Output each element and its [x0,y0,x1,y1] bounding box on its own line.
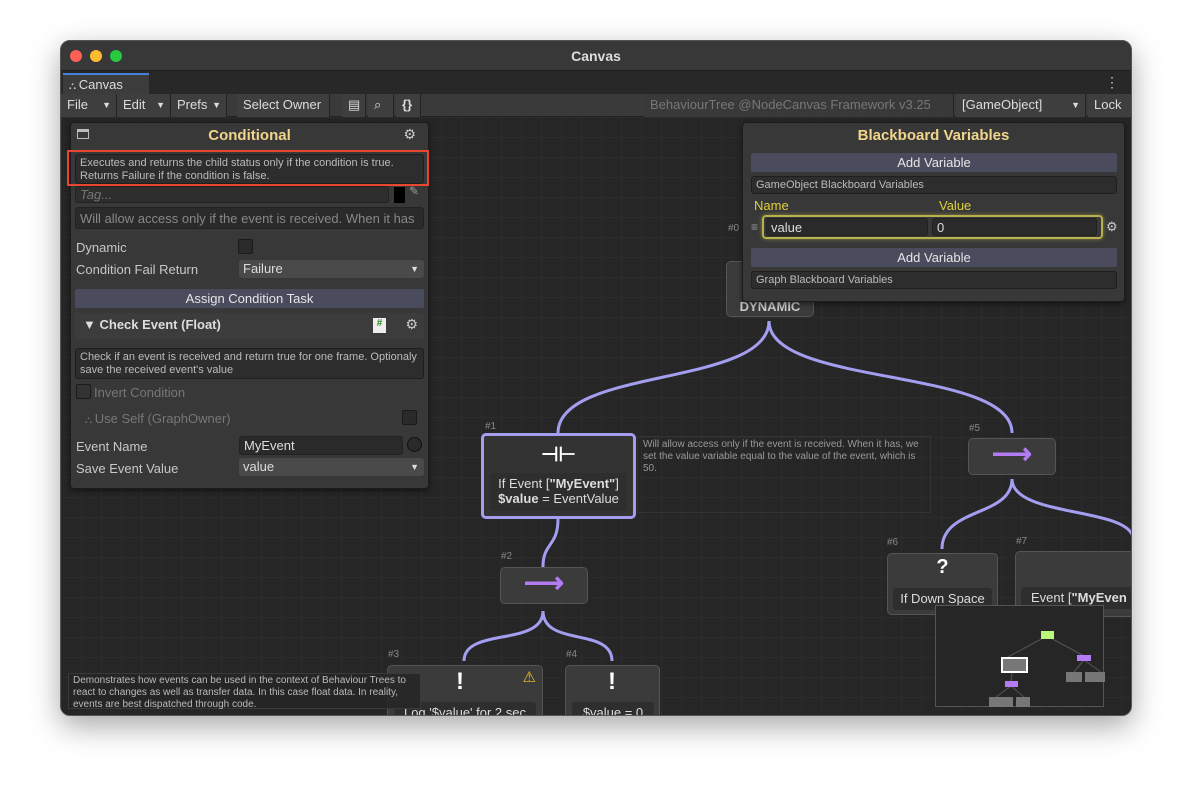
node-text: If Event ["MyEvent"] $value = EventValue [490,473,627,511]
connection-2-3 [462,610,545,662]
file-menu[interactable]: File ▼ [61,94,117,117]
blackboard-link-toggle[interactable] [407,437,422,452]
document-icon[interactable]: ▤ [342,94,366,117]
hierarchy-icon: ⛬ [69,81,79,92]
blackboard-title: Blackboard Variables [857,127,1010,144]
dynamic-label: Dynamic [76,240,127,255]
action-icon: ! [456,668,464,695]
connection-5-6 [940,478,1014,550]
event-name-label: Event Name [76,439,148,454]
node-text: $value = 0 [572,702,654,715]
graph-canvas[interactable]: #0 DYNAMIC #1 ⊣⊢ If Event ["MyEvent"] $v… [61,117,1131,715]
connection-2-4 [541,610,614,662]
assign-condition-task-button[interactable]: Assign Condition Task [75,289,424,308]
invert-condition-label: Invert Condition [94,385,186,400]
gameobject-variables-header: GameObject Blackboard Variables [751,176,1117,194]
node-sequencer[interactable]: ⟶ [968,438,1056,475]
node-id-label: #4 [566,649,578,660]
task-header[interactable]: ▼ Check Event (Float) # ⚙ [75,313,424,339]
task-title: ▼ Check Event (Float) [83,317,221,332]
json-braces-icon[interactable]: {} [396,94,421,117]
eyedropper-icon[interactable]: ✎ [409,184,419,198]
invert-condition-checkbox[interactable] [76,384,91,399]
more-options-icon[interactable]: ⋮ [1105,74,1119,91]
node-sequencer[interactable]: ⟶ [500,567,588,604]
name-column-header: Name [754,198,789,213]
canvas-window: Canvas ⛬ Canvas ⋮ File ▼ Edit ▼ Prefs ▼ Sel… [60,40,1132,716]
window-title: Canvas [571,48,621,64]
graph-description: Demonstrates how events can be used in t… [68,673,421,710]
minimap[interactable] [935,605,1121,707]
hierarchy-icon: ⛬ [85,415,95,426]
drag-handle-icon[interactable]: ≡ [751,220,758,234]
use-self-checkbox[interactable] [402,410,417,425]
tab-canvas[interactable]: ⛬ Canvas [63,73,149,94]
connection-1-2 [541,518,560,568]
sequencer-arrow-icon: ⟶ [991,438,1033,469]
owner-dropdown-value: [GameObject] [962,97,1043,112]
edit-menu[interactable]: Edit ▼ [117,94,171,117]
node-conditional[interactable]: ⊣⊢ If Event ["MyEvent"] $value = EventVa… [481,433,636,519]
edit-label: Edit [123,97,146,112]
value-column-header: Value [939,198,972,213]
question-icon: ? [936,556,949,578]
lock-button[interactable]: Lock [1088,94,1131,117]
fail-return-label: Condition Fail Return [76,262,199,277]
connection-5-7 [1010,478,1131,537]
color-swatch[interactable] [394,187,405,203]
gear-icon[interactable]: ⚙ [405,316,418,333]
connection-0-5 [767,320,1014,434]
task-description: Check if an event is received and return… [75,348,424,379]
node-action-set[interactable]: ! $value = 0 [565,665,660,715]
sequencer-arrow-icon: ⟶ [523,567,565,598]
node-id-label: #5 [969,423,981,434]
node-id-label: #0 [728,223,740,234]
decorator-icon: ⊣⊢ [541,444,576,466]
select-owner-button[interactable]: Select Owner [237,94,330,117]
add-variable-button[interactable]: Add Variable [751,153,1117,172]
graph-variables-header: Graph Blackboard Variables [751,271,1117,289]
tab-label: Canvas [78,77,123,92]
variable-name-input[interactable]: value [766,218,928,236]
connection-0-1 [556,320,771,434]
node-id-label: #6 [887,537,899,548]
use-self-label: ⛬ Use Self (GraphOwner) [85,411,231,426]
fail-return-dropdown[interactable]: Failure ▼ [239,260,424,278]
add-graph-variable-button[interactable]: Add Variable [751,248,1117,267]
highlight-box [67,150,429,186]
save-event-value-label: Save Event Value [76,461,179,476]
variable-value-input[interactable]: 0 [932,218,1097,236]
node-id-label: #2 [501,551,513,562]
event-name-input[interactable]: MyEvent [239,436,403,455]
warning-icon: ⚠ [522,669,536,686]
gear-icon[interactable]: ⚙ [1106,219,1118,235]
node-id-label: #7 [1016,536,1028,547]
inspector-panel: Conditional ⚙ Executes and returns the c… [67,122,429,489]
minimap-root-node [1041,631,1054,639]
search-icon[interactable]: ⌕ [368,94,394,117]
graph-info-label: BehaviourTree @NodeCanvas Framework v3.2… [644,94,954,117]
prefs-menu[interactable]: Prefs ▼ [171,94,227,117]
variable-row: value 0 [762,215,1103,239]
dynamic-checkbox[interactable] [238,239,253,254]
save-event-value-dropdown[interactable]: value ▼ [239,458,424,476]
inspector-title: Conditional [208,127,291,144]
prefs-label: Prefs [177,97,208,112]
gear-icon[interactable]: ⚙ [403,126,416,143]
owner-dropdown[interactable]: [GameObject] ▼ [956,94,1086,117]
toolbar: File ▼ Edit ▼ Prefs ▼ Select Owner ▤ ⌕ {} B… [61,94,1131,117]
file-label: File [67,97,88,112]
blackboard-panel: Blackboard Variables Add Variable GameOb… [742,122,1125,302]
action-icon: ! [608,668,616,695]
minimap-graph [989,631,1121,707]
node-id-label: #1 [485,421,497,432]
script-icon[interactable]: # [373,318,386,333]
tag-input[interactable] [75,186,389,203]
comment-input[interactable]: Will allow access only if the event is r… [75,207,424,229]
node-comment: Will allow access only if the event is r… [637,436,931,513]
title-bar: Canvas [61,41,1131,71]
tab-row: ⛬ Canvas ⋮ [61,71,1131,94]
node-id-label: #3 [388,649,400,660]
